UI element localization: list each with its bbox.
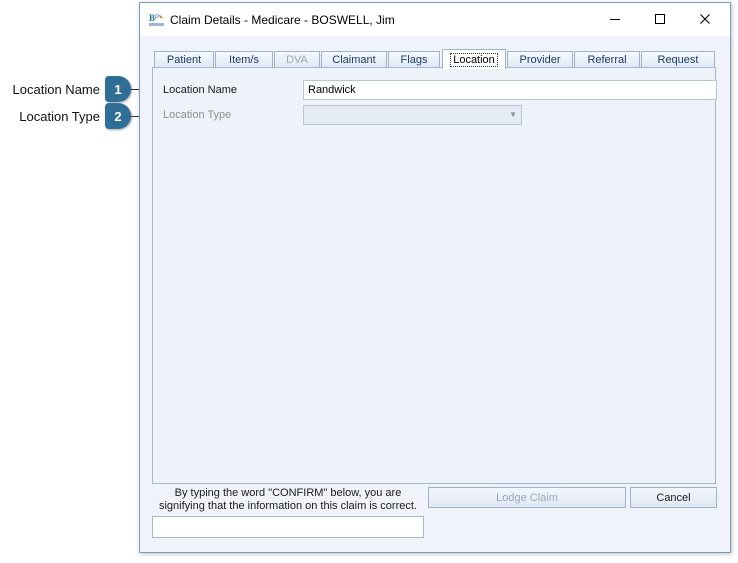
window-title: Claim Details - Medicare - BOSWELL, Jim <box>170 13 395 27</box>
callout-badge-1: 1 <box>105 76 131 102</box>
lodge-claim-button[interactable]: Lodge Claim <box>428 487 626 508</box>
close-button[interactable] <box>693 9 717 29</box>
confirm-instructions-line-2: signifying that the information on this … <box>158 500 417 512</box>
confirm-instructions: By typing the word "CONFIRM" below, you … <box>152 487 424 513</box>
tab-dva[interactable]: DVA <box>274 51 320 68</box>
svg-text:P: P <box>155 15 159 21</box>
location-panel: Location Name Location Type ▼ <box>152 67 717 484</box>
confirm-instructions-line-1: By typing the word "CONFIRM" below, you … <box>174 487 402 499</box>
bp-allied-logo-icon: B P <box>149 13 164 26</box>
maximize-icon <box>655 14 665 24</box>
tab-referral[interactable]: Referral <box>574 51 640 68</box>
cancel-button[interactable]: Cancel <box>630 487 717 508</box>
location-name-input[interactable] <box>303 80 717 100</box>
chevron-down-icon: ▼ <box>509 110 517 119</box>
title-bar[interactable]: B P Claim Details - Medicare - BOSWELL, … <box>140 3 730 36</box>
minimize-button[interactable] <box>603 9 627 29</box>
callout-label-location-type: Location Type <box>19 109 100 124</box>
callout-badge-2: 2 <box>105 103 131 129</box>
tab-provider[interactable]: Provider <box>507 51 573 68</box>
tab-location-label: Location <box>450 52 498 67</box>
minimize-icon <box>610 19 620 20</box>
tab-flags[interactable]: Flags <box>388 51 440 68</box>
location-type-label: Location Type <box>163 109 232 121</box>
confirm-input[interactable] <box>152 516 424 538</box>
location-type-select[interactable]: ▼ <box>303 105 522 125</box>
claim-details-window: B P Claim Details - Medicare - BOSWELL, … <box>139 2 731 553</box>
tab-location[interactable]: Location <box>442 49 506 69</box>
tab-patient[interactable]: Patient <box>154 51 214 68</box>
close-icon <box>700 14 710 24</box>
tab-request[interactable]: Request <box>641 51 715 68</box>
callout-label-location-name: Location Name <box>12 82 100 97</box>
tab-claimant[interactable]: Claimant <box>321 51 387 68</box>
maximize-button[interactable] <box>648 9 672 29</box>
tab-items[interactable]: Item/s <box>215 51 273 68</box>
location-name-label: Location Name <box>163 84 237 96</box>
